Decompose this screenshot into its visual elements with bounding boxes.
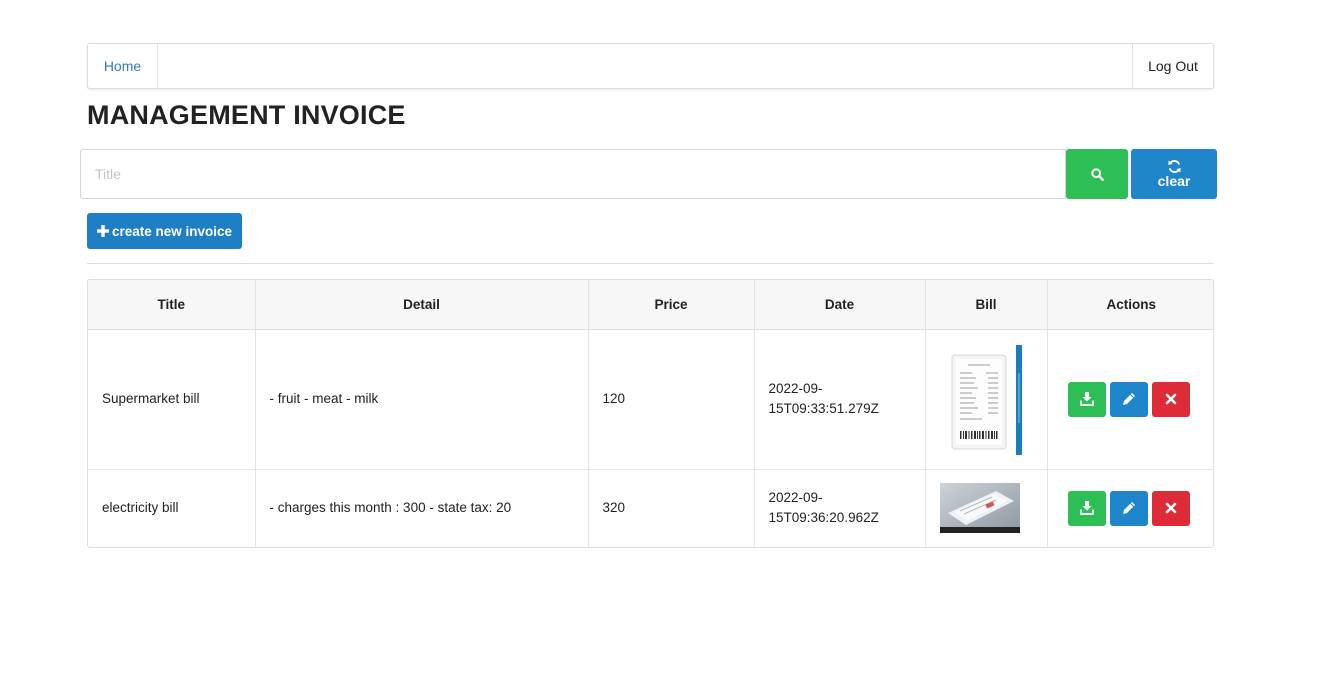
edit-button[interactable] xyxy=(1109,381,1148,417)
cell-bill xyxy=(925,469,1048,547)
pencil-icon xyxy=(1122,393,1135,405)
table-header-row: Title Detail Price Date Bill Actions xyxy=(88,280,1213,330)
delete-button[interactable] xyxy=(1151,490,1190,526)
delete-button[interactable] xyxy=(1151,381,1190,417)
column-header-detail: Detail xyxy=(255,280,589,330)
cell-actions xyxy=(1047,469,1213,547)
column-header-date: Date xyxy=(754,280,926,330)
create-invoice-button[interactable]: create new invoice xyxy=(87,213,242,249)
clear-button-label: clear xyxy=(1157,173,1191,189)
close-icon xyxy=(1165,393,1176,405)
cell-title: electricity bill xyxy=(88,469,256,547)
logout-button[interactable]: Log Out xyxy=(1132,44,1213,88)
download-icon xyxy=(1079,392,1094,406)
cell-detail: - charges this month : 300 - state tax: … xyxy=(255,469,589,547)
table-row: electricity bill - charges this month : … xyxy=(88,469,1213,547)
column-header-title: Title xyxy=(88,280,256,330)
create-invoice-label: create new invoice xyxy=(111,223,233,239)
pencil-icon xyxy=(1122,502,1135,515)
cell-date: 2022-09-15T09:36:20.962Z xyxy=(754,469,926,547)
search-button[interactable] xyxy=(1066,149,1128,199)
search-input[interactable] xyxy=(80,149,1066,199)
download-button[interactable] xyxy=(1067,490,1106,526)
navbar-spacer xyxy=(158,44,1132,88)
cell-bill xyxy=(925,329,1048,470)
download-icon xyxy=(1079,501,1094,516)
bill-photo-thumbnail[interactable] xyxy=(939,483,1020,534)
column-header-price: Price xyxy=(588,280,755,330)
page-title: MANAGEMENT INVOICE xyxy=(87,100,406,130)
cell-actions xyxy=(1047,329,1213,470)
receipt-thumbnail[interactable] xyxy=(942,343,1022,455)
cell-title: Supermarket bill xyxy=(88,329,256,470)
plus-icon xyxy=(96,225,109,237)
table-row: Supermarket bill - fruit - meat - milk 1… xyxy=(88,329,1213,470)
cell-date: 2022-09-15T09:33:51.279Z xyxy=(754,329,926,470)
download-button[interactable] xyxy=(1067,381,1106,417)
refresh-icon xyxy=(1167,160,1181,173)
cell-detail: - fruit - meat - milk xyxy=(255,329,589,470)
edit-button[interactable] xyxy=(1109,490,1148,526)
invoice-table: Title Detail Price Date Bill Actions Sup… xyxy=(87,279,1214,548)
navbar: Home Log Out xyxy=(87,43,1214,89)
cell-price: 120 xyxy=(588,329,755,470)
column-header-actions: Actions xyxy=(1047,280,1213,330)
clear-button[interactable]: clear xyxy=(1131,149,1217,199)
divider xyxy=(87,263,1214,264)
close-icon xyxy=(1165,502,1176,514)
column-header-bill: Bill xyxy=(925,280,1048,330)
cell-price: 320 xyxy=(588,469,755,547)
search-icon xyxy=(1090,167,1104,181)
nav-home-link[interactable]: Home xyxy=(88,44,158,88)
